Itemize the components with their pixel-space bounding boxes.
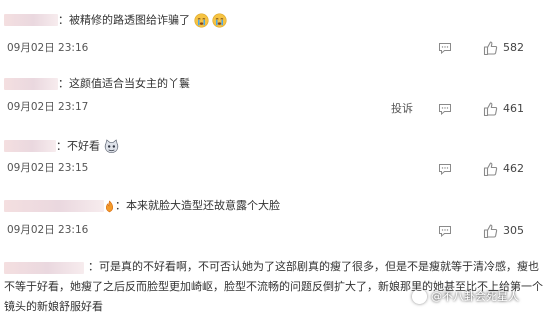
comment-prefix: ：	[58, 13, 69, 27]
reply-icon[interactable]	[438, 163, 452, 175]
comment-date: 09月02日 23:15	[7, 162, 89, 174]
watermark: @不八卦会死星人	[412, 285, 519, 307]
comment-date: 09月02日 23:17	[7, 101, 89, 113]
username-blurred[interactable]	[4, 140, 56, 152]
comment-prefix: ：	[56, 139, 67, 153]
comment-prefix: ：	[115, 199, 126, 212]
comment-prefix: ：	[58, 77, 69, 90]
comment-date: 09月02日 23:16	[7, 42, 89, 54]
like-count: 461	[503, 102, 524, 115]
username-blurred[interactable]	[4, 78, 58, 90]
watermark-text: @不八卦会死星人	[431, 290, 519, 303]
crying-emoji-icon	[193, 13, 209, 28]
thumbs-up-icon[interactable]	[483, 101, 499, 117]
crying-emoji-icon	[212, 13, 227, 28]
username-blurred[interactable]	[4, 200, 104, 212]
comment-text: 不好看	[67, 139, 100, 153]
reply-icon[interactable]	[438, 103, 452, 115]
comment-date: 09月02日 23:16	[7, 224, 89, 236]
username-blurred[interactable]	[4, 14, 58, 26]
thumbs-up-icon[interactable]	[483, 223, 499, 239]
comment-text: 被精修的路透图给诈骗了	[69, 13, 190, 27]
thumbs-up-icon[interactable]	[483, 161, 499, 177]
report-button[interactable]: 投诉	[391, 100, 413, 116]
fire-emoji-icon	[105, 200, 114, 212]
cat-emoji-icon	[104, 139, 118, 153]
reply-icon[interactable]	[438, 225, 452, 237]
like-count: 462	[503, 162, 524, 175]
like-count: 305	[503, 224, 524, 237]
comment-text: 这颜值适合当女主的丫鬟	[69, 77, 190, 90]
like-count: 582	[503, 41, 524, 54]
comment-text: 本来就脸大造型还故意露个大脸	[126, 199, 280, 212]
watermark-logo-icon	[412, 288, 427, 304]
thumbs-up-icon[interactable]	[483, 40, 499, 56]
reply-icon[interactable]	[438, 42, 452, 54]
